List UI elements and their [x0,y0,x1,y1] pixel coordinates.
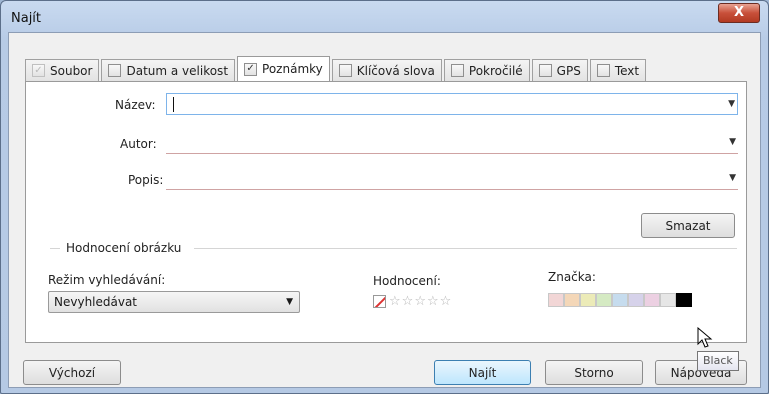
tag-color-swatch[interactable] [660,293,676,307]
star-icon[interactable]: ☆ [402,295,414,308]
tag-color-swatch[interactable] [548,293,564,307]
chevron-down-icon: ▼ [286,297,293,307]
tab-label: Datum a velikost [126,63,229,78]
dialog-client-area: ✓ Soubor Datum a velikost ✓ Poznámky Klíčová … [8,32,761,388]
tab-datum-a-velikost[interactable]: Datum a velikost [101,59,236,81]
find-dialog: Najít X ✓ Soubor Datum a velikost ✓ Poznámky… [0,0,769,394]
rating-group-title: Hodnocení obrázku [66,241,182,255]
group-divider [194,248,737,249]
window-title: Najít [11,11,42,26]
name-label: Název: [115,98,156,112]
clear-button[interactable]: Smazat [641,213,735,238]
tag-color-swatch[interactable] [644,293,660,307]
tag-label: Značka: [548,270,596,284]
star-icon[interactable]: ☆ [414,295,426,308]
tab-soubor[interactable]: ✓ Soubor [25,59,100,81]
tab-label: Soubor [50,63,93,78]
rating-label: Hodnocení: [373,274,441,288]
tag-color-swatch[interactable] [596,293,612,307]
tab-checkbox[interactable] [450,64,464,77]
mouse-pointer-icon [697,327,713,348]
text-cursor [173,97,174,112]
tab-label: Pokročilé [468,63,523,78]
tab-checkbox[interactable] [338,64,352,77]
tag-color-swatch[interactable] [580,293,596,307]
author-input[interactable]: ▼ [166,132,738,154]
star-icon[interactable]: ☆ [389,295,401,308]
tab-text[interactable]: Text [589,59,647,81]
tab-checkbox[interactable] [538,64,552,77]
tab-kl-ov-slova[interactable]: Klíčová slova [331,59,442,81]
chevron-down-icon[interactable]: ▼ [728,99,735,109]
search-mode-label: Režim vyhledávání: [48,273,166,287]
tab-gps[interactable]: GPS [531,59,588,81]
chevron-down-icon[interactable]: ▼ [729,173,736,183]
no-rating-icon[interactable] [373,295,386,308]
chevron-down-icon[interactable]: ▼ [729,137,736,147]
author-label: Autor: [120,137,157,151]
tab-panel-poznamky: Název: ▼ Autor: ▼ Popis: ▼ Smazat Hodnoc… [25,81,747,343]
find-button[interactable]: Najít [434,360,531,385]
rating-stars[interactable]: ☆ ☆ ☆ ☆ ☆ [373,295,451,308]
star-icon[interactable]: ☆ [440,295,452,308]
tab-checkbox[interactable]: ✓ [244,62,258,76]
star-icon[interactable]: ☆ [427,295,439,308]
description-label: Popis: [128,173,164,187]
description-input[interactable]: ▼ [166,168,738,190]
tab-pozn-mky[interactable]: ✓ Poznámky [237,56,330,81]
tab-label: Klíčová slova [356,63,435,78]
group-divider [50,248,60,249]
tab-checkbox[interactable]: ✓ [32,64,45,77]
tab-label: Poznámky [262,62,323,76]
tab-label: Text [614,63,640,78]
tab-bar: ✓ Soubor Datum a velikost ✓ Poznámky Klíčová … [25,56,648,81]
tag-color-swatches [548,293,692,307]
name-input[interactable]: ▼ [166,93,738,115]
tab-label: GPS [556,63,581,78]
color-tooltip: Black [697,351,739,371]
tag-color-swatch[interactable] [612,293,628,307]
close-button[interactable]: X [718,3,760,23]
default-button[interactable]: Výchozí [23,360,121,385]
tab-checkbox[interactable] [108,64,122,77]
tab-checkbox[interactable] [596,64,610,77]
cancel-button[interactable]: Storno [545,360,643,385]
tag-color-swatch[interactable] [628,293,644,307]
search-mode-value: Nevyhledávat [54,295,138,309]
tag-color-swatch[interactable] [564,293,580,307]
tag-color-swatch[interactable] [676,293,692,307]
tab-pokro-il-[interactable]: Pokročilé [443,59,530,81]
search-mode-select[interactable]: Nevyhledávat ▼ [48,291,300,313]
